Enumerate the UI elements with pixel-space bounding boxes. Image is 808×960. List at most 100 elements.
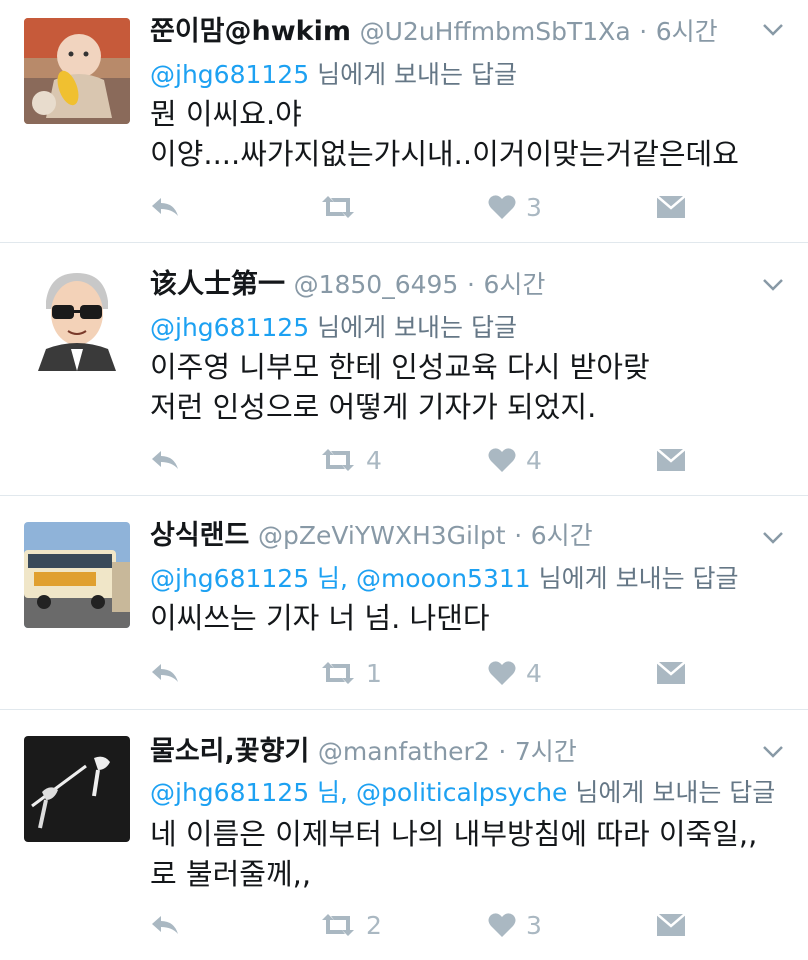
reply-context: @jhg681125 님에게 보내는 답글	[150, 58, 517, 92]
reply-button[interactable]	[150, 653, 180, 693]
tweet-text-line: 이양....싸가지없는가시내..이거이맞는거같은데요	[150, 137, 739, 171]
like-count: 4	[526, 445, 542, 475]
user-handle[interactable]: @pZeViYWXH3Gilpt	[258, 521, 506, 550]
reply-context-label: 님에게 보내는 답글	[575, 778, 776, 807]
retweet-button[interactable]: 1	[320, 653, 382, 693]
reply-context-label: 님에게 보내는 답글	[538, 564, 739, 593]
reply-mention-link[interactable]: @jhg681125	[150, 60, 309, 89]
like-count: 3	[526, 192, 542, 222]
tweet-text: 이주영 니부모 한테 인성교육 다시 받아랒 저런 인성으로 어떻게 기자가 되…	[150, 347, 650, 427]
reply-mention-link[interactable]: @politicalpsyche	[356, 778, 567, 807]
envelope-icon	[656, 195, 686, 218]
retweet-button[interactable]: 4	[320, 440, 382, 480]
retweet-icon	[322, 662, 354, 684]
reply-context-label: 님에게 보내는 답글	[317, 313, 517, 342]
like-button[interactable]: 4	[488, 440, 542, 480]
reply-context: @jhg681125 님에게 보내는 답글	[150, 311, 517, 345]
separator-dot: ·	[498, 737, 507, 766]
user-display-name[interactable]: 물소리,꽃향기	[150, 736, 309, 767]
direct-message-button[interactable]	[656, 187, 686, 227]
tweet-text-line: 저런 인성으로 어떻게 기자가 되었지.	[150, 390, 597, 424]
avatar[interactable]	[24, 522, 130, 628]
retweet-count: 4	[366, 445, 382, 475]
reply-icon	[152, 664, 178, 682]
tweet-header: 该人士第一 @1850_6495 · 6시간	[150, 267, 545, 303]
tweet-actions: 2 3	[150, 905, 790, 945]
reply-icon	[152, 451, 178, 469]
user-display-name[interactable]: 该人士第一	[150, 269, 285, 300]
reply-button[interactable]	[150, 440, 180, 480]
avatar[interactable]	[24, 736, 130, 842]
retweet-button[interactable]	[320, 187, 366, 227]
user-display-name[interactable]: 쭌이맘@hwkim	[150, 16, 351, 47]
heart-icon	[488, 661, 516, 685]
heart-icon	[488, 448, 516, 472]
heart-icon	[488, 913, 516, 937]
retweet-count: 1	[366, 658, 382, 688]
user-handle[interactable]: @1850_6495	[294, 270, 459, 299]
envelope-icon	[656, 661, 686, 684]
tweet-timestamp[interactable]: 6시간	[531, 521, 593, 550]
tweet[interactable]: 상식랜드 @pZeViYWXH3Gilpt · 6시간 @jhg681125 님…	[0, 496, 808, 710]
like-button[interactable]: 3	[488, 905, 542, 945]
tweet-text-line: 뭔 이씨요.야	[150, 97, 302, 131]
separator-dot: ·	[639, 17, 648, 46]
retweet-icon	[322, 196, 354, 218]
chevron-down-icon[interactable]	[762, 277, 784, 293]
reply-context: @jhg681125 님, @politicalpsyche 님에게 보내는 답…	[150, 776, 775, 810]
tweet-header: 상식랜드 @pZeViYWXH3Gilpt · 6시간	[150, 518, 593, 554]
chevron-down-icon[interactable]	[762, 530, 784, 546]
reply-context: @jhg681125 님, @mooon5311 님에게 보내는 답글	[150, 562, 739, 596]
tweet-text: 이씨쓰는 기자 너 넘. 나댄다	[150, 598, 490, 638]
heart-icon	[488, 195, 516, 219]
tweet-text-line: 로 불러줄께,,	[150, 857, 312, 891]
tweet-timestamp[interactable]: 6시간	[656, 17, 718, 46]
tweet-actions: 4 4	[150, 440, 790, 480]
like-button[interactable]: 3	[488, 187, 542, 227]
reply-button[interactable]	[150, 187, 180, 227]
retweet-count: 2	[366, 910, 382, 940]
reply-button[interactable]	[150, 905, 180, 945]
chevron-down-icon[interactable]	[762, 22, 784, 38]
envelope-icon	[656, 913, 686, 936]
user-handle[interactable]: @manfather2	[318, 737, 490, 766]
envelope-icon	[656, 448, 686, 471]
direct-message-button[interactable]	[656, 905, 686, 945]
tweet[interactable]: 쭌이맘@hwkim @U2uHffmbmSbT1Xa · 6시간 @jhg681…	[0, 0, 808, 243]
user-handle[interactable]: @U2uHffmbmSbT1Xa	[360, 17, 631, 46]
tweet-actions: 1 4	[150, 653, 790, 693]
like-count: 3	[526, 910, 542, 940]
tweet[interactable]: 该人士第一 @1850_6495 · 6시간 @jhg681125 님에게 보내…	[0, 243, 808, 496]
tweet-text-line: 이씨쓰는 기자 너 넘. 나댄다	[150, 601, 490, 635]
reply-icon	[152, 198, 178, 216]
separator-dot: ·	[514, 521, 523, 550]
separator-dot: ·	[466, 270, 475, 299]
reply-mention-link[interactable]: @jhg681125	[150, 313, 309, 342]
tweet-text-line: 이주영 니부모 한테 인성교육 다시 받아랒	[150, 350, 650, 384]
avatar[interactable]	[24, 265, 130, 371]
reply-mention-link[interactable]: @mooon5311	[356, 564, 531, 593]
direct-message-button[interactable]	[656, 440, 686, 480]
retweet-button[interactable]: 2	[320, 905, 382, 945]
like-count: 4	[526, 658, 542, 688]
avatar[interactable]	[24, 18, 130, 124]
retweet-icon	[322, 914, 354, 936]
retweet-icon	[322, 449, 354, 471]
reply-context-label: 님에게 보내는 답글	[317, 60, 517, 89]
tweet-actions: 3	[150, 187, 790, 227]
tweet-timestamp[interactable]: 6시간	[483, 270, 545, 299]
tweet-text-line: 네 이름은 이제부터 나의 내부방침에 따라 이죽일,,	[150, 817, 758, 851]
tweet-text: 네 이름은 이제부터 나의 내부방침에 따라 이죽일,, 로 불러줄께,,	[150, 814, 757, 894]
reply-mention-link[interactable]: @jhg681125 님,	[150, 778, 348, 807]
reply-icon	[152, 916, 178, 934]
tweet-timestamp[interactable]: 7시간	[515, 737, 577, 766]
reply-mention-link[interactable]: @jhg681125 님,	[150, 564, 348, 593]
tweet[interactable]: 물소리,꽃향기 @manfather2 · 7시간 @jhg681125 님, …	[0, 710, 808, 960]
direct-message-button[interactable]	[656, 653, 686, 693]
user-display-name[interactable]: 상식랜드	[150, 520, 249, 551]
tweet-header: 물소리,꽃향기 @manfather2 · 7시간	[150, 734, 577, 770]
tweet-header: 쭌이맘@hwkim @U2uHffmbmSbT1Xa · 6시간	[150, 14, 718, 50]
chevron-down-icon[interactable]	[762, 744, 784, 760]
like-button[interactable]: 4	[488, 653, 542, 693]
tweet-text: 뭔 이씨요.야 이양....싸가지없는가시내..이거이맞는거같은데요	[150, 94, 739, 174]
